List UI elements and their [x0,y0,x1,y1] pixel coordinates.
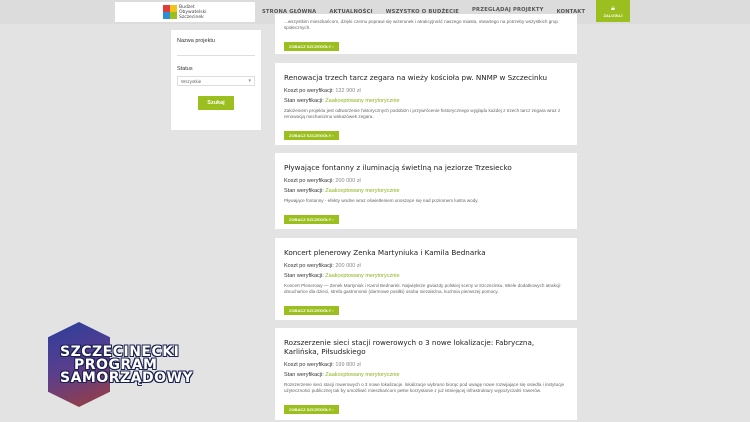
logo-text: Budżet Obywatelski Szczecinek [179,4,207,20]
details-button[interactable]: ZOBACZ SZCZEGÓŁY › [284,306,339,315]
project-card: Pływające fontanny z iluminacją świetlną… [275,153,577,229]
status-label: Status [177,66,193,72]
project-card: Renowacja trzech tarcz zegara na wieży k… [275,63,577,145]
lock-icon: 🔒︎ [611,4,615,12]
logo-mark-icon [163,5,177,19]
project-card: Koncert plenerowy Zenka Martyniuka i Kam… [275,238,577,320]
filter-panel: Nazwa projektu Status Wszystkie Szukaj [171,30,261,130]
project-desc: Założeniem projektu jest odtworzenie his… [284,108,561,119]
project-desc: Pływające fontanny - efekty wodne wraz o… [284,198,479,203]
project-desc: Rozszerzenie sieci stacji rowerowych o 3… [284,382,565,393]
project-title[interactable]: Renowacja trzech tarcz zegara na wieży k… [284,73,568,82]
login-label: ZALOGUJ [603,12,623,18]
project-cost: Koszt po weryfikacji: 200 000 zł [284,178,361,184]
login-button[interactable]: 🔒︎ ZALOGUJ [596,0,630,22]
project-card: Rozszerzenie sieci stacji rowerowych o 3… [275,328,577,420]
status-select[interactable]: Wszystkie [177,76,255,86]
project-cost: Koszt po weryfikacji: 199 800 zł [284,362,361,368]
project-name-label: Nazwa projektu [177,38,215,44]
project-desc: Koncert Plenerowy — Zenek Martyniuk i Ka… [284,283,562,294]
project-cost: Koszt po weryfikacji: 132 900 zł [284,88,361,94]
project-status: Stan weryfikacji: Zaakceptowany merytory… [284,188,400,194]
search-button[interactable]: Szukaj [198,96,234,110]
details-button[interactable]: ZOBACZ SZCZEGÓŁY › [284,405,339,414]
site-logo[interactable]: Budżet Obywatelski Szczecinek [115,2,255,22]
project-title[interactable]: Pływające fontanny z iluminacją świetlną… [284,163,568,172]
project-name-input[interactable] [177,48,255,56]
project-title[interactable]: Koncert plenerowy Zenka Martyniuka i Kam… [284,248,568,257]
project-cost: Koszt po weryfikacji: 200 000 zł [284,263,361,269]
details-button[interactable]: ZOBACZ SZCZEGÓŁY › [284,215,339,224]
details-button[interactable]: ZOBACZ SZCZEGÓŁY › [284,42,339,51]
project-card-partial: ...wszystkim mieszkańcom, dzięki czemu p… [275,14,577,54]
project-desc: ...wszystkim mieszkańcom, dzięki czemu p… [284,19,558,30]
program-watermark: SZCZECINECKI PROGRAM SAMORZĄDOWY [48,322,193,407]
project-status: Stan weryfikacji: Zaakceptowany merytory… [284,273,400,279]
details-button[interactable]: ZOBACZ SZCZEGÓŁY › [284,131,339,140]
project-status: Stan weryfikacji: Zaakceptowany merytory… [284,98,400,104]
watermark-text: SZCZECINECKI PROGRAM SAMORZĄDOWY [60,344,194,386]
project-title[interactable]: Rozszerzenie sieci stacji rowerowych o 3… [284,338,568,356]
project-status: Stan weryfikacji: Zaakceptowany merytory… [284,372,400,378]
